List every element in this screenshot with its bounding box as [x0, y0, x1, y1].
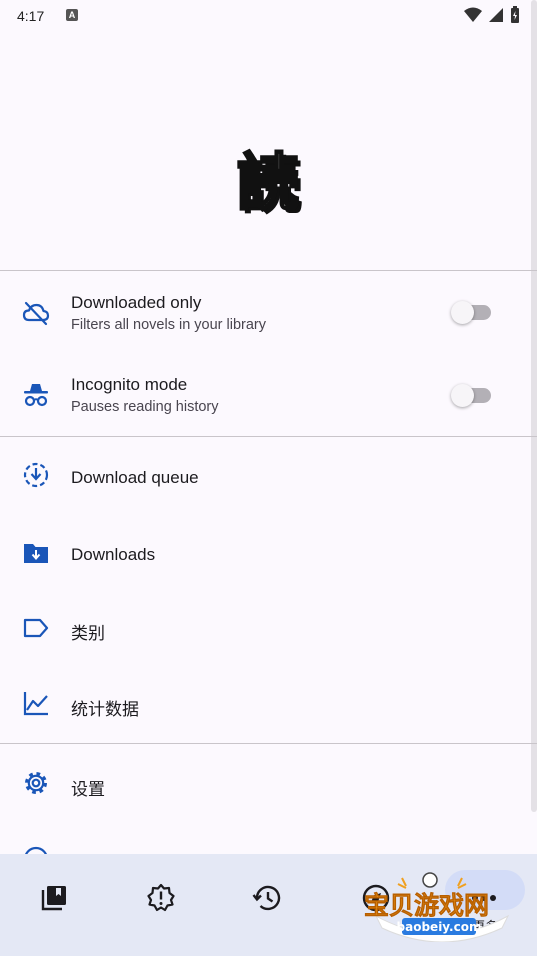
notification-icon: A	[66, 9, 78, 21]
switch-thumb	[451, 384, 474, 407]
switch-thumb	[451, 301, 474, 324]
divider	[0, 436, 537, 437]
settings-label: 设置	[71, 780, 105, 799]
incognito-mode-row[interactable]: Incognito mode Pauses reading history	[0, 354, 531, 434]
downloaded-only-title: Downloaded only	[71, 293, 202, 312]
download-queue-icon	[23, 462, 49, 488]
status-bar: 4:17 A	[0, 0, 537, 32]
signal-icon	[489, 8, 503, 22]
download-queue-label: Download queue	[71, 468, 199, 487]
downloaded-only-subtitle: Filters all novels in your library	[71, 317, 267, 333]
incognito-mode-subtitle: Pauses reading history	[71, 399, 219, 415]
history-icon[interactable]	[252, 882, 284, 914]
cloud-off-icon	[22, 301, 50, 326]
categories-item[interactable]: 类别	[0, 592, 531, 666]
downloaded-only-row[interactable]: Downloaded only Filters all novels in yo…	[0, 272, 531, 354]
status-icons	[464, 6, 520, 24]
incognito-mode-title: Incognito mode	[71, 375, 188, 394]
statistics-item[interactable]: 统计数据	[0, 666, 531, 742]
battery-icon	[511, 6, 519, 23]
downloads-label: Downloads	[71, 545, 156, 564]
divider	[0, 743, 537, 744]
chart-line-icon	[23, 692, 48, 716]
watermark-logo: 宝贝游戏网 baobeiy.com	[364, 872, 510, 942]
incognito-icon	[24, 384, 48, 407]
statistics-label: 统计数据	[71, 700, 139, 719]
divider	[0, 270, 537, 271]
app-logo: 読 読	[236, 148, 302, 218]
updates-icon[interactable]	[145, 882, 177, 914]
library-icon[interactable]	[38, 882, 70, 914]
svg-text:読: 読	[237, 148, 299, 218]
wifi-icon	[464, 7, 482, 22]
status-time: 4:17	[17, 8, 45, 24]
incognito-mode-switch[interactable]	[451, 379, 493, 411]
downloaded-only-switch[interactable]	[451, 296, 493, 328]
download-queue-item[interactable]: Download queue	[0, 438, 531, 514]
about-item-partial[interactable]	[0, 823, 531, 854]
settings-item[interactable]: 设置	[0, 745, 531, 823]
categories-label: 类别	[71, 624, 105, 643]
downloads-item[interactable]: Downloads	[0, 514, 531, 592]
svg-text:baobeiy.com: baobeiy.com	[397, 920, 482, 934]
settings-icon	[25, 772, 47, 794]
svg-text:宝贝游戏网: 宝贝游戏网	[364, 891, 489, 920]
label-icon	[23, 618, 49, 638]
folder-download-icon	[24, 544, 48, 563]
info-icon	[24, 846, 48, 854]
